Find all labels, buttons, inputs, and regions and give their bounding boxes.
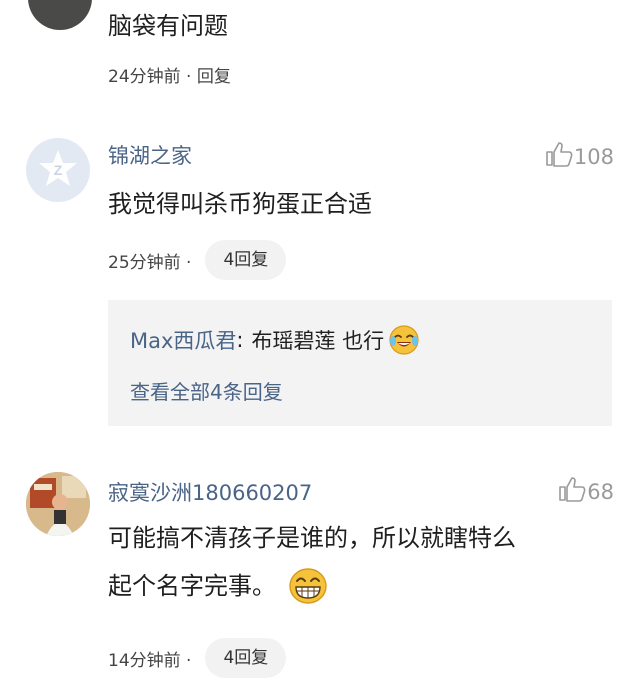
like-button[interactable]: 68 (557, 475, 614, 508)
comment-time: 14分钟前 · (108, 650, 192, 671)
comment-meta: 25分钟前 · 4回复 (108, 240, 287, 280)
reply-count-button[interactable]: 4回复 (205, 240, 287, 280)
default-avatar-icon: Z (38, 148, 78, 192)
comment-meta[interactable]: 24分钟前 · 回复 (108, 62, 231, 87)
username[interactable]: 锦湖之家 (108, 140, 192, 170)
like-button[interactable]: 108 (544, 140, 614, 173)
svg-text:Z: Z (54, 162, 63, 178)
username[interactable]: 寂寞沙洲180660207 (108, 477, 312, 507)
avatar[interactable] (28, 0, 92, 30)
reply-separator: : (236, 328, 244, 352)
reply-preview-box[interactable]: Max西瓜君 : 布瑶碧莲 也行 查看全部4条回复 (108, 300, 612, 426)
comment-text-line: 起个名字完事。 (108, 566, 328, 606)
thumb-up-icon (557, 475, 587, 508)
comment-text: 脑袋有问题 (108, 12, 228, 40)
comment-text: 我觉得叫杀币狗蛋正合适 (108, 190, 372, 218)
comment-text: 起个名字完事。 (108, 572, 276, 600)
reply-text: 布瑶碧莲 也行 (251, 329, 385, 353)
comment-text-line: 可能搞不清孩子是谁的，所以就瞎特么 (108, 524, 516, 552)
reply-item: Max西瓜君 : 布瑶碧莲 也行 (130, 324, 420, 356)
avatar[interactable] (26, 472, 90, 536)
reply-author[interactable]: Max西瓜君 (130, 325, 236, 355)
view-all-replies-link[interactable]: 查看全部4条回复 (130, 376, 283, 405)
like-count: 108 (573, 144, 614, 169)
like-count: 68 (587, 479, 614, 504)
thumb-up-icon (544, 140, 574, 173)
grin-emoji-icon (288, 567, 328, 605)
comment-time: 25分钟前 · (108, 252, 192, 273)
comment-meta: 14分钟前 · 4回复 (108, 638, 287, 678)
laugh-cry-emoji-icon (388, 324, 420, 356)
reply-count-button[interactable]: 4回复 (205, 638, 287, 678)
avatar[interactable]: Z (26, 138, 90, 202)
